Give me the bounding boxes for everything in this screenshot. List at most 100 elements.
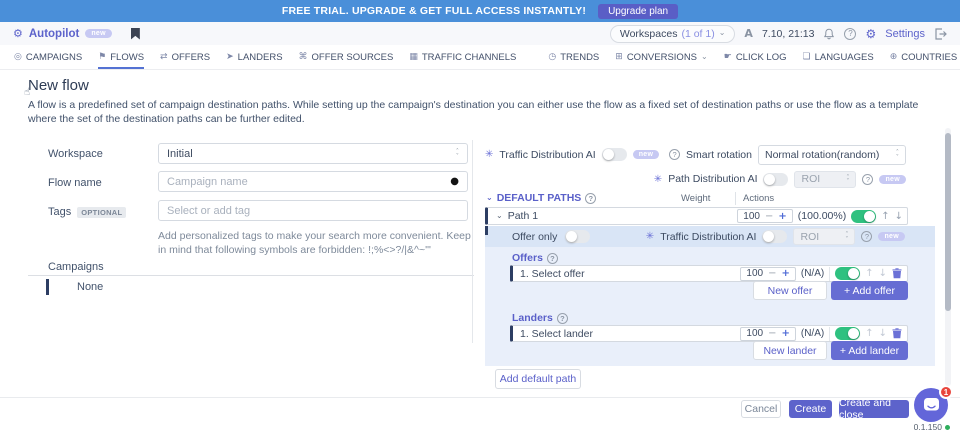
- offers-help-icon[interactable]: ?: [547, 253, 558, 264]
- chevron-down-icon: ⌄: [496, 211, 503, 220]
- tags-input[interactable]: [167, 205, 459, 217]
- move-up-icon[interactable]: ↑: [881, 211, 889, 222]
- move-down-icon[interactable]: ↓: [895, 211, 903, 222]
- actions-column-header: Actions: [743, 193, 774, 204]
- offer-weight-value[interactable]: 100: [746, 268, 763, 279]
- landers-help-icon[interactable]: ?: [557, 313, 568, 324]
- default-paths-help-icon[interactable]: ?: [585, 193, 596, 204]
- page-title: New flow: [28, 77, 89, 94]
- upgrade-plan-button[interactable]: Upgrade plan: [598, 4, 678, 19]
- clock-icon: ◷: [548, 52, 556, 62]
- nav-item-campaigns[interactable]: ◎CAMPAIGNS: [14, 45, 82, 69]
- create-button[interactable]: Create: [789, 400, 832, 418]
- move-up-icon[interactable]: ↑: [865, 268, 873, 279]
- stepper-icon: ˄˅: [845, 232, 848, 241]
- nav-item-countries[interactable]: ⊕COUNTRIES⌄: [890, 45, 960, 69]
- traffic-ai-help-icon[interactable]: ?: [861, 231, 872, 242]
- default-paths-title[interactable]: ⌄ DEFAULT PATHS ?: [486, 192, 596, 204]
- row-divider: [829, 267, 830, 281]
- flow-name-field-wrap: ●: [158, 171, 468, 192]
- color-dot-icon[interactable]: ●: [450, 176, 459, 187]
- path-traffic-ai-toggle[interactable]: [762, 230, 787, 243]
- translate-icon[interactable]: A: [744, 27, 753, 40]
- flag-icon: ⚑: [98, 52, 106, 62]
- delete-lander-icon[interactable]: [892, 328, 902, 339]
- nav-item-offer-sources[interactable]: ⌘OFFER SOURCES: [299, 45, 394, 69]
- bookmark-icon[interactable]: [131, 28, 140, 40]
- delete-offer-icon[interactable]: [892, 268, 902, 279]
- increase-weight-button[interactable]: +: [781, 328, 789, 339]
- decrease-weight-button[interactable]: −: [765, 211, 773, 222]
- path-weight-value[interactable]: 100: [743, 211, 760, 222]
- footer-divider: [0, 397, 960, 398]
- offer-enabled-toggle[interactable]: [835, 267, 860, 280]
- lander-share-value: (N/A): [801, 328, 824, 339]
- offer-only-row: Offer only ✳ Traffic Distribution AI ROI…: [485, 226, 935, 247]
- nav-item-landers[interactable]: ➤LANDERS: [226, 45, 282, 69]
- flow-name-label: Flow name: [48, 177, 102, 189]
- nav-item-flows[interactable]: ⚑FLOWS: [98, 45, 144, 69]
- path-traffic-ai-metric-select[interactable]: ROI ˄˅: [793, 228, 855, 245]
- create-and-close-button[interactable]: Create and close: [839, 400, 909, 418]
- flow-name-input[interactable]: [167, 176, 450, 188]
- workspaces-label: Workspaces: [620, 28, 678, 40]
- default-paths-header: ⌄ DEFAULT PATHS ? Weight Actions: [485, 192, 906, 205]
- add-lander-button[interactable]: + Add lander: [831, 341, 908, 360]
- move-down-icon[interactable]: ↓: [879, 268, 887, 279]
- nav-item-conversions[interactable]: ⊞CONVERSIONS⌄: [615, 45, 707, 69]
- nav-item-click-log[interactable]: ☛CLICK LOG: [724, 45, 787, 69]
- campaigns-empty-value: None: [77, 281, 103, 293]
- path-row[interactable]: ⌄ Path 1 100 − + (100.00%) ↑ ↓: [485, 207, 908, 225]
- lander-row-label: 1. Select lander: [520, 328, 593, 340]
- smart-rotation-select[interactable]: Normal rotation(random) ˄˅: [758, 145, 906, 165]
- cancel-button[interactable]: Cancel: [741, 400, 781, 418]
- logout-icon[interactable]: [934, 28, 947, 40]
- nav-item-languages[interactable]: ❏LANGUAGES: [803, 45, 874, 69]
- increase-weight-button[interactable]: +: [781, 268, 789, 279]
- add-default-path-button[interactable]: Add default path: [495, 369, 581, 389]
- new-offer-button[interactable]: New offer: [753, 281, 827, 300]
- offers-section-label: Offers ?: [512, 252, 558, 264]
- increase-weight-button[interactable]: +: [778, 211, 786, 222]
- offer-row[interactable]: 1. Select offer 100 − + (N/A) ↑ ↓: [510, 265, 908, 282]
- weight-column-header: Weight: [681, 193, 710, 204]
- ai-icon: ✳: [646, 231, 654, 242]
- path-ai-metric-select[interactable]: ROI ˄˅: [794, 171, 856, 188]
- notifications-bell-icon[interactable]: [823, 28, 835, 40]
- stepper-icon: ˄˅: [896, 150, 899, 159]
- add-offer-button[interactable]: + Add offer: [831, 281, 908, 300]
- traffic-ai-label: Traffic Distribution AI: [660, 231, 756, 243]
- path-name: Path 1: [508, 210, 538, 222]
- move-up-icon[interactable]: ↑: [865, 328, 873, 339]
- campaigns-divider: [28, 275, 474, 276]
- lander-weight-value[interactable]: 100: [746, 328, 763, 339]
- lander-row[interactable]: 1. Select lander 100 − + (N/A) ↑ ↓: [510, 325, 908, 342]
- tags-help-text: Add personalized tags to make your searc…: [158, 229, 474, 257]
- decrease-weight-button[interactable]: −: [768, 268, 776, 279]
- workspaces-dropdown[interactable]: Workspaces (1 of 1) ⌄: [610, 25, 736, 43]
- nav-item-offers[interactable]: ⇄OFFERS: [160, 45, 210, 69]
- workspace-select[interactable]: Initial ˄˅: [158, 143, 468, 164]
- move-down-icon[interactable]: ↓: [879, 328, 887, 339]
- path-ai-help-icon[interactable]: ?: [862, 174, 873, 185]
- tags-field-wrap: [158, 200, 468, 221]
- offer-only-toggle[interactable]: [565, 230, 590, 243]
- settings-gear-icon[interactable]: ⚙: [865, 27, 876, 41]
- help-icon[interactable]: ?: [844, 28, 856, 40]
- decrease-weight-button[interactable]: −: [768, 328, 776, 339]
- nav-item-trends[interactable]: ◷TRENDS: [548, 45, 599, 69]
- nav-item-traffic-channels[interactable]: ▦TRAFFIC CHANNELS: [409, 45, 516, 69]
- traffic-ai-toggle[interactable]: [602, 148, 627, 161]
- smart-rotation-help-icon[interactable]: ?: [669, 149, 680, 160]
- path-ai-toggle[interactable]: [763, 173, 788, 186]
- tags-label: Tags OPTIONAL: [48, 206, 126, 218]
- new-lander-button[interactable]: New lander: [753, 341, 827, 360]
- path-enabled-toggle[interactable]: [851, 210, 876, 223]
- scrollbar-thumb[interactable]: [945, 133, 951, 311]
- autopilot-link[interactable]: ⚙ Autopilot new: [13, 27, 140, 40]
- target-icon: ◎: [14, 52, 22, 62]
- lander-enabled-toggle[interactable]: [835, 327, 860, 340]
- settings-link[interactable]: Settings: [885, 28, 925, 40]
- stepper-icon: ˄˅: [456, 149, 459, 158]
- path-detail-panel: Offer only ✳ Traffic Distribution AI ROI…: [485, 226, 935, 366]
